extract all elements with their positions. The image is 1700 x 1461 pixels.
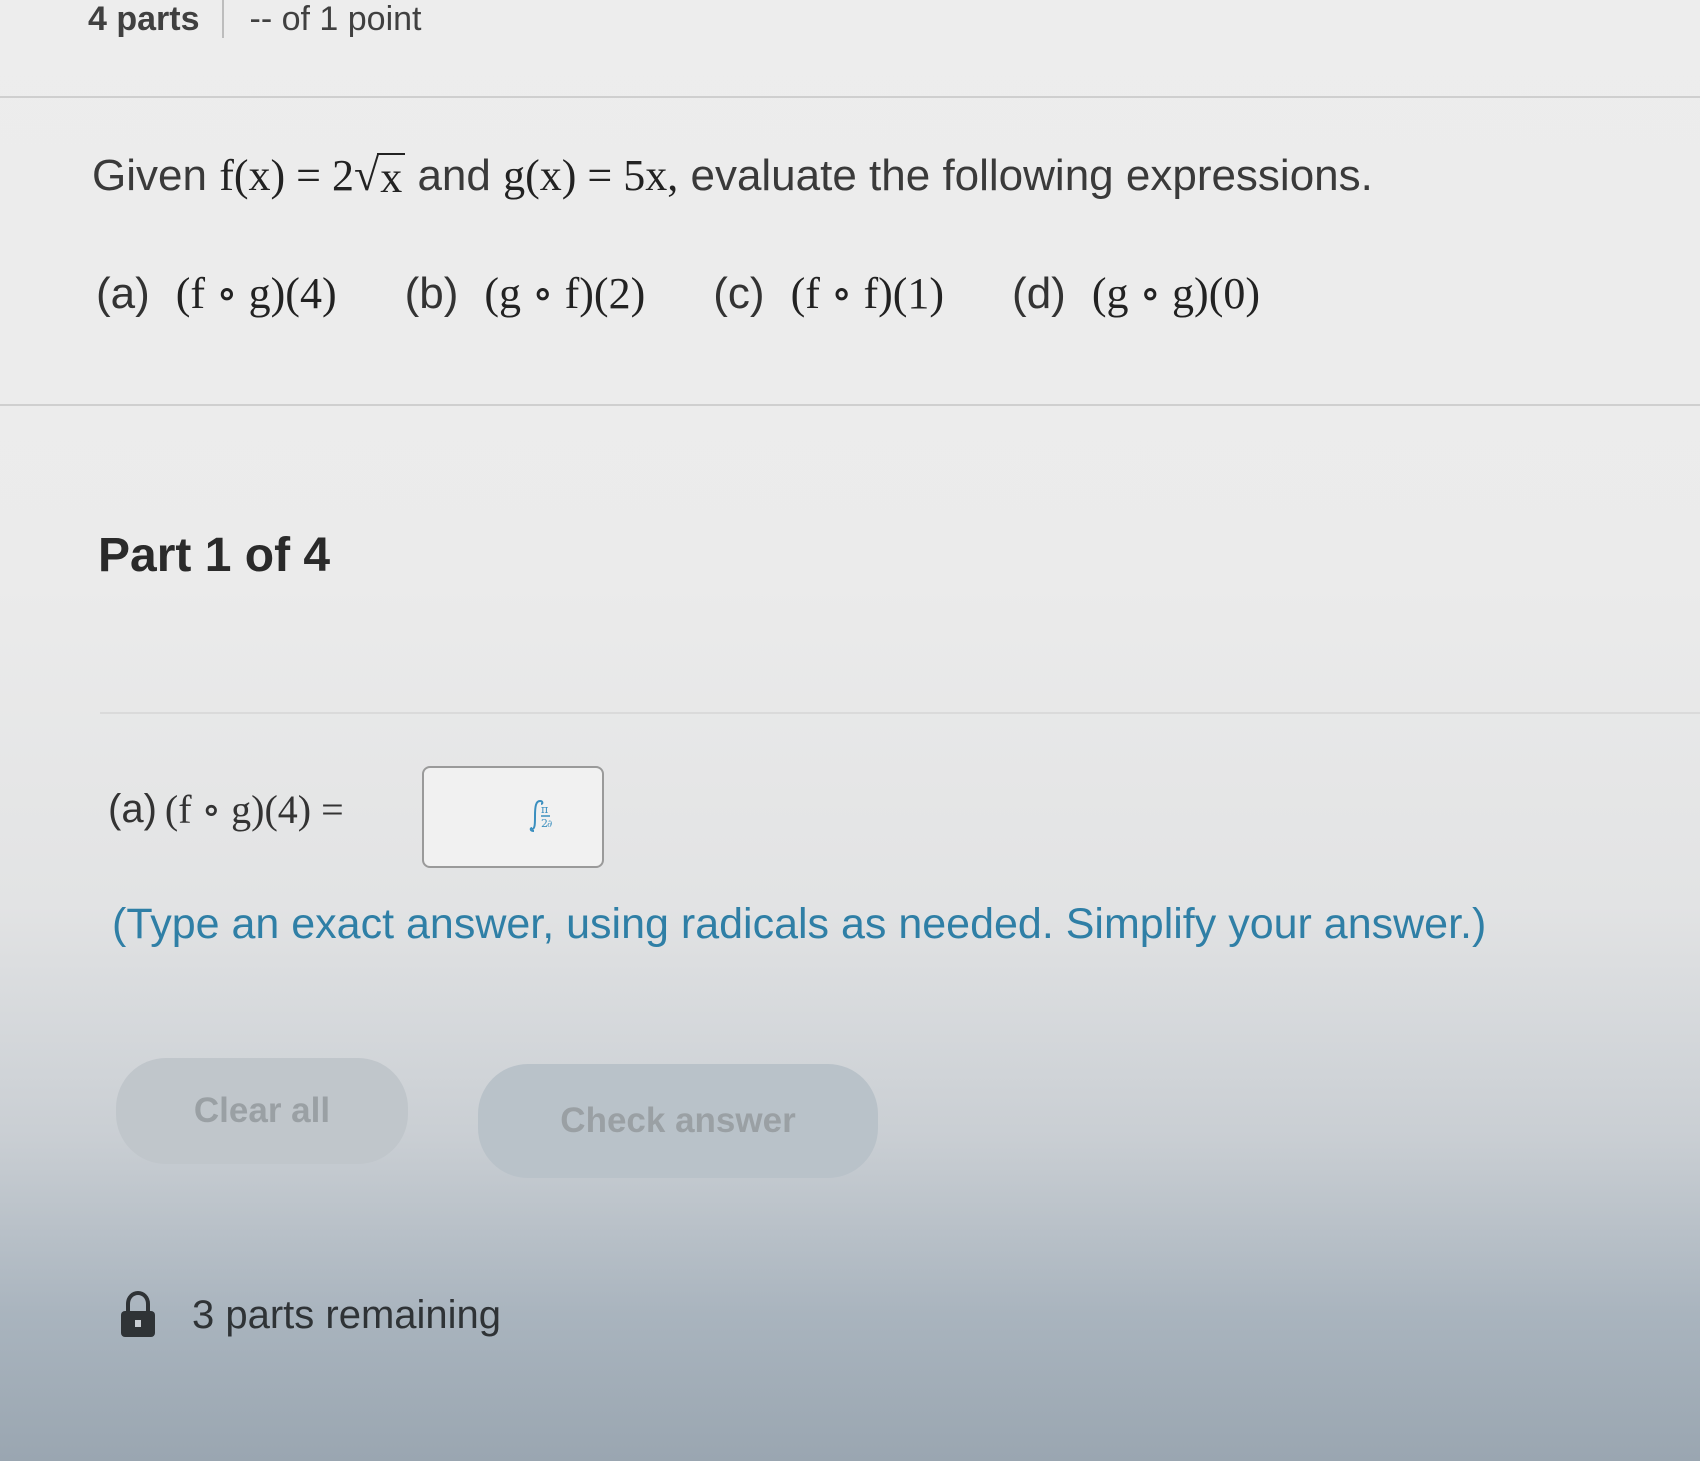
part-expression: (f ∘ g)(4) bbox=[175, 269, 337, 318]
sqrt-symbol: √ x bbox=[354, 148, 406, 201]
check-answer-button[interactable]: Check answer bbox=[478, 1064, 878, 1178]
parts-list: (a) (f ∘ g)(4) (b) (g ∘ f)(2) (c) (f ∘ f… bbox=[96, 268, 1328, 319]
divider-top bbox=[0, 96, 1700, 98]
connector-text: and bbox=[417, 151, 491, 200]
answer-instructions: (Type an exact answer, using radicals as… bbox=[112, 900, 1487, 948]
integral-pi-icon[interactable]: π 2 ∂ bbox=[528, 798, 554, 834]
f-radicand: x bbox=[377, 152, 406, 201]
answer-row: (a) (f ∘ g)(4) = bbox=[108, 786, 344, 833]
part-expression: (f ∘ f)(1) bbox=[790, 269, 945, 318]
divider-middle bbox=[0, 404, 1700, 406]
part-label: (a) bbox=[96, 269, 150, 318]
header-bar: 4 parts -- of 1 point bbox=[88, 0, 421, 44]
g-definition: g(x) = 5x, bbox=[503, 151, 679, 200]
given-prefix: Given bbox=[92, 151, 207, 200]
lock-icon bbox=[118, 1290, 158, 1340]
instruction-text: evaluate the following expressions. bbox=[690, 151, 1373, 200]
part-c: (c) (f ∘ f)(1) bbox=[713, 268, 944, 319]
part-label: (b) bbox=[404, 269, 459, 318]
part-b: (b) (g ∘ f)(2) bbox=[405, 268, 646, 319]
part-expression: (g ∘ g)(0) bbox=[1091, 269, 1261, 318]
f-lhs: f(x) = 2 bbox=[219, 151, 354, 200]
part-a: (a) (f ∘ g)(4) bbox=[96, 268, 337, 319]
part-expression: (g ∘ f)(2) bbox=[484, 269, 646, 318]
parts-count: 4 parts bbox=[88, 0, 200, 38]
answer-input[interactable] bbox=[422, 766, 604, 868]
points-value: -- of 1 point bbox=[249, 0, 422, 38]
part-d: (d) (g ∘ g)(0) bbox=[1012, 268, 1260, 319]
answer-part-label: (a) bbox=[108, 787, 157, 831]
part-title: Part 1 of 4 bbox=[98, 529, 331, 582]
f-definition: f(x) = 2 √ x bbox=[219, 148, 406, 201]
remaining-text: 3 parts remaining bbox=[192, 1292, 502, 1337]
clear-all-button[interactable]: Clear all bbox=[116, 1058, 408, 1164]
svg-text:π: π bbox=[541, 803, 548, 816]
answer-expression: (f ∘ g)(4) = bbox=[164, 787, 344, 832]
divider-part bbox=[100, 712, 1700, 714]
question-statement: Given f(x) = 2 √ x and g(x) = 5x, evaluate… bbox=[92, 148, 1373, 201]
svg-text:∂: ∂ bbox=[547, 819, 552, 830]
parts-remaining-status: 3 parts remaining bbox=[118, 1290, 501, 1340]
part-label: (d) bbox=[1012, 269, 1066, 318]
part-label: (c) bbox=[713, 269, 765, 318]
